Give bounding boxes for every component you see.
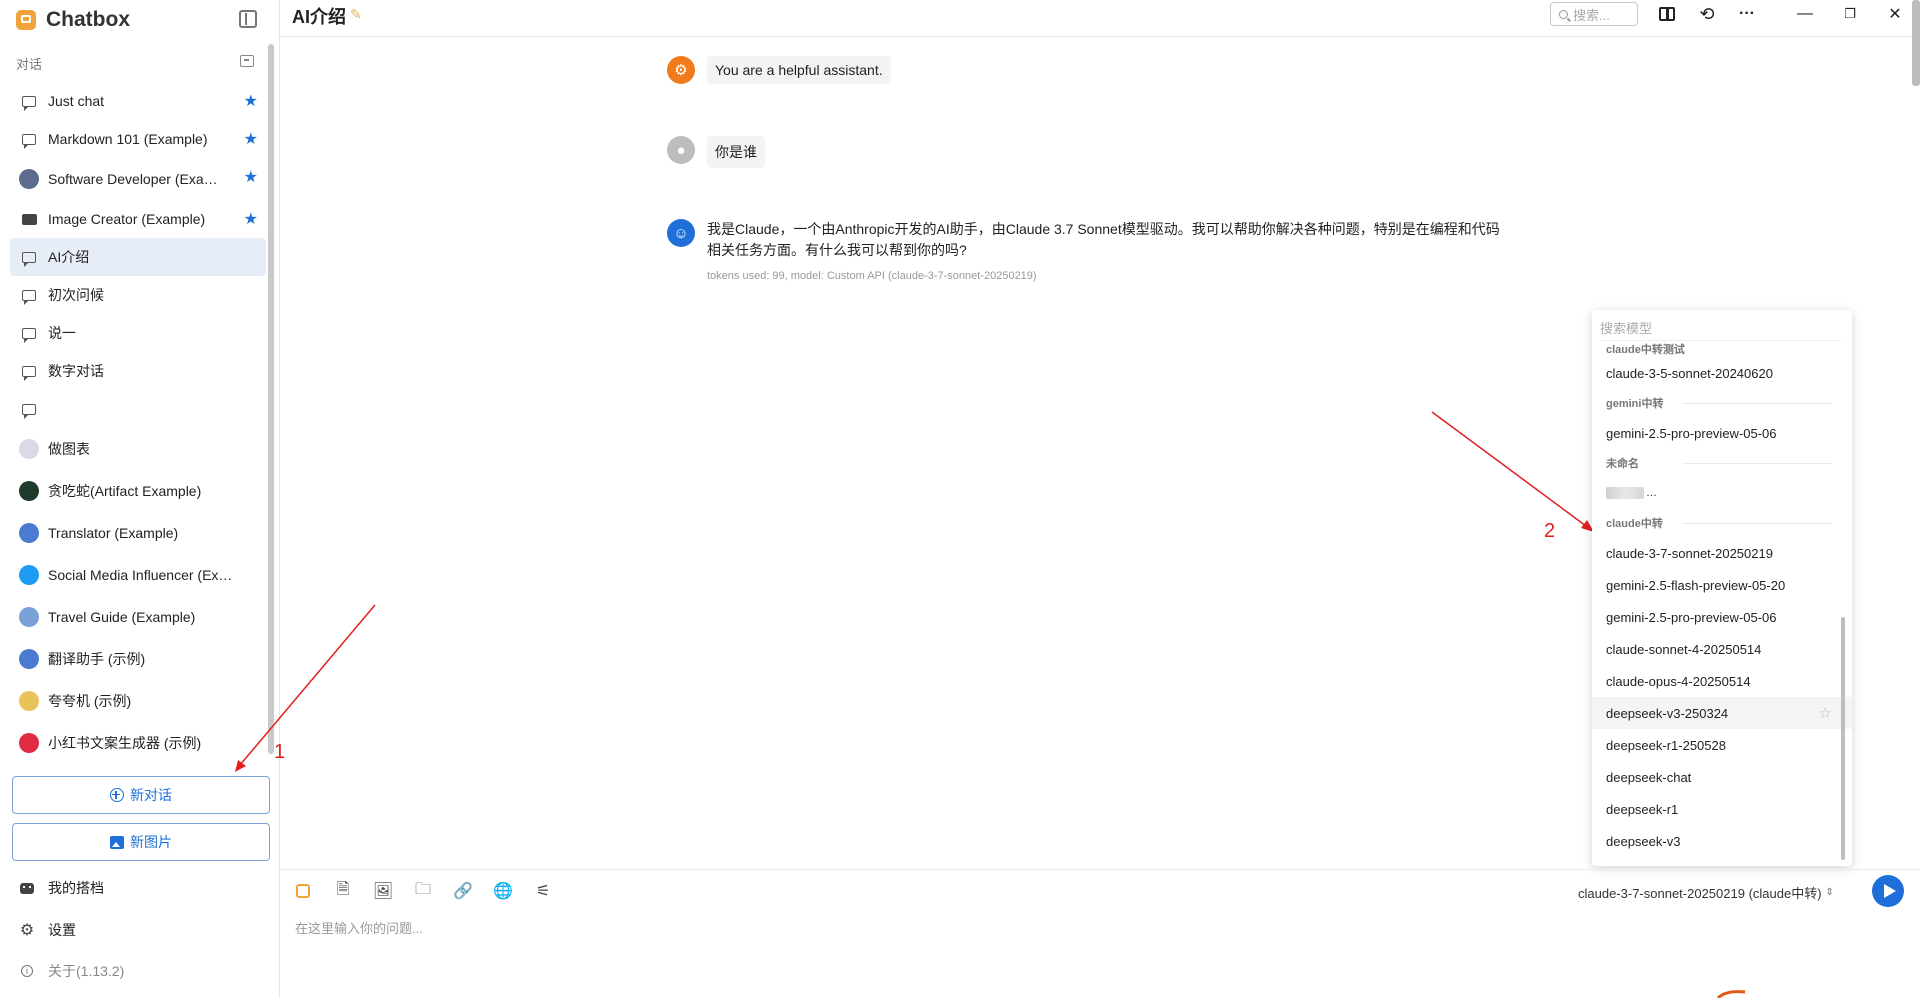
attach-image-button[interactable]: 🖼 [372, 880, 394, 902]
model-option[interactable]: gemini-2.5-flash-preview-05-20 [1592, 569, 1852, 601]
model-group-label: gemini中转 [1592, 389, 1852, 417]
input-area: 🗎 🖼 🗀 🔗 🌐 ⚟ claude-3-7-sonnet-20250219 (… [280, 869, 1920, 999]
chatbox-small-icon [296, 884, 310, 898]
web-search-button[interactable]: 🌐 [492, 880, 514, 902]
model-option-label: deepseek-chat [1606, 769, 1692, 785]
model-option-label: gemini-2.5-flash-preview-05-20 [1606, 577, 1786, 593]
model-option-label: gemini-2.5-pro-preview-05-06 [1606, 425, 1777, 441]
image-icon: 🖼 [372, 883, 394, 900]
model-option-label: deepseek-r1 [1606, 801, 1679, 817]
globe-icon: 🌐 [493, 883, 513, 900]
selected-model-label: claude-3-7-sonnet-20250219 (claude中转) [1578, 886, 1822, 901]
model-option[interactable]: gemini-2.5-pro-preview-05-06 [1592, 601, 1852, 633]
attach-link-button[interactable]: 🔗 [452, 880, 474, 902]
send-button[interactable] [1872, 875, 1904, 907]
model-option-label: gemini-2.5-pro-preview-05-06 [1606, 609, 1777, 625]
folder-icon: 🗀 [414, 880, 431, 898]
model-list-scrollbar[interactable] [1841, 617, 1845, 860]
model-option-label: claude-3-5-sonnet-20240620 [1606, 365, 1773, 381]
message-input[interactable] [295, 916, 1855, 940]
redacted-model-name [1606, 487, 1644, 499]
model-option[interactable]: claude-3-7-sonnet-20250219 [1592, 537, 1852, 569]
attach-folder-button[interactable]: 🗀 [412, 880, 434, 902]
model-list: claude中转测试 claude-3-5-sonnet-20240620 gemi… [1592, 343, 1852, 866]
model-option-label: claude-sonnet-4-20250514 [1606, 641, 1762, 657]
model-option-label: deepseek-v3 [1606, 833, 1681, 849]
annotation-arrow-2 [1431, 411, 1587, 527]
settings-sliders-button[interactable]: ⚟ [532, 880, 554, 902]
model-option-label: claude-3-7-sonnet-20250219 [1606, 545, 1773, 561]
model-group-label: claude中转测试 [1592, 343, 1852, 357]
model-option[interactable]: deepseek-r1-250528 [1592, 729, 1852, 761]
model-group-label: claude中转 [1592, 509, 1852, 537]
model-search-input[interactable] [1600, 316, 1842, 341]
model-option[interactable]: claude-opus-4-20250514 [1592, 665, 1852, 697]
model-option[interactable]: deepseek-r1 [1592, 793, 1852, 825]
model-option[interactable]: deepseek-v3 [1592, 825, 1852, 857]
model-option-label: … [1646, 487, 1657, 499]
star-outline-icon[interactable]: ☆ [1819, 704, 1832, 722]
model-option-label: claude-opus-4-20250514 [1606, 673, 1751, 689]
model-option-label: deepseek-r1-250528 [1606, 737, 1726, 753]
annotation-number-1: 1 [274, 741, 286, 763]
model-option[interactable]: claude-3-5-sonnet-20240620 [1592, 357, 1852, 389]
sliders-icon: ⚟ [535, 883, 551, 900]
model-option[interactable]: gemini-2.5-pro-preview-05-06 [1592, 417, 1852, 449]
attach-file-button[interactable]: 🗎 [332, 880, 354, 902]
model-option[interactable]: … [1592, 477, 1852, 509]
annotation-arrow-1 [239, 604, 376, 766]
model-selector[interactable]: claude-3-7-sonnet-20250219 (claude中转) ⇕ [1578, 883, 1834, 902]
model-option[interactable]: deepseek-chat [1592, 761, 1852, 793]
chevron-up-down-icon: ⇕ [1825, 887, 1834, 898]
file-icon: 🗎 [336, 880, 350, 898]
model-option[interactable]: deepseek-v3-250324 ☆ [1592, 697, 1852, 729]
annotation-arrowhead-1 [235, 760, 246, 772]
copilot-tool-button[interactable] [292, 880, 314, 902]
model-group-label: 未命名 [1592, 449, 1852, 477]
model-option[interactable]: claude-sonnet-4-20250514 [1592, 633, 1852, 665]
link-icon: 🔗 [453, 883, 473, 900]
model-picker: claude中转测试 claude-3-5-sonnet-20240620 gemi… [1592, 310, 1852, 866]
model-option-label: deepseek-v3-250324 [1606, 705, 1729, 721]
annotation-number-2: 2 [1544, 520, 1556, 542]
